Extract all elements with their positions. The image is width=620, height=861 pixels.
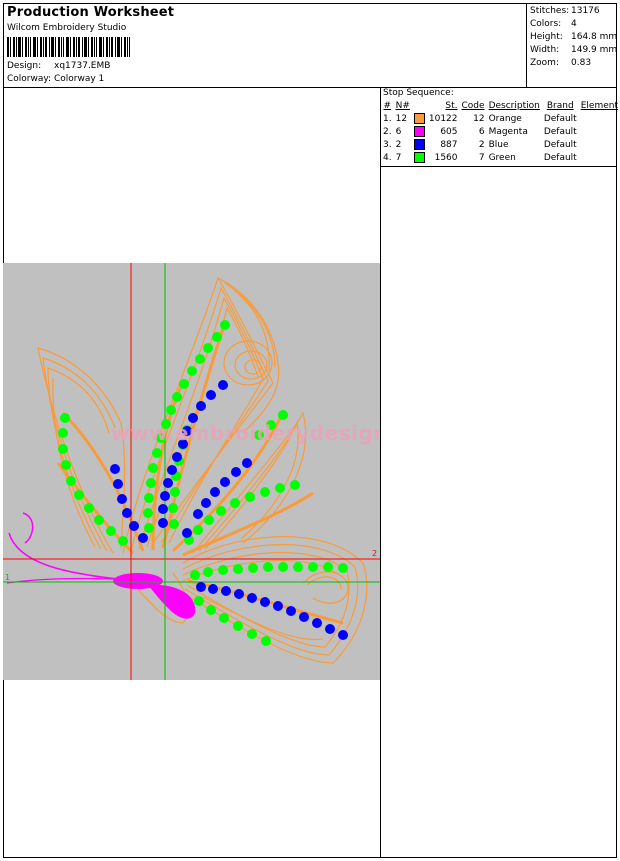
stop-code: 6	[478, 127, 485, 137]
colorway-value: Colorway 1	[54, 74, 105, 84]
stop-element	[579, 126, 620, 139]
stop-num: 3.	[383, 140, 392, 150]
col-header-code: Code	[461, 101, 485, 111]
col-header-num: #	[383, 101, 392, 111]
green-star-stitches	[58, 320, 348, 646]
stop-row: 2. 6 605 6 Magenta Default	[381, 126, 620, 139]
header-divider	[3, 87, 617, 88]
barcode	[7, 37, 130, 57]
col-header-element: Element	[580, 101, 618, 111]
col-header-swatch	[412, 100, 427, 113]
stop-stitches: 10122	[428, 114, 458, 124]
axis-label-1: 1	[5, 573, 11, 582]
stop-element	[579, 152, 620, 165]
colorway-row: Colorway: Colorway 1	[7, 74, 104, 84]
stop-code: 7	[478, 153, 485, 163]
col-header-description: Description	[488, 101, 540, 111]
stop-sequence-table: # N# St. Code Description Brand Element …	[381, 100, 620, 165]
stop-description: Green	[488, 153, 516, 163]
axis-label-2: 2	[372, 549, 378, 558]
design-label: Design:	[7, 61, 42, 71]
stop-brand: Default	[543, 140, 577, 150]
stop-row: 3. 2 887 2 Blue Default	[381, 139, 620, 152]
stop-num: 1.	[383, 114, 392, 124]
stats-panel: Stitches: 13176 Colors: 4 Height: 164.8 mm …	[530, 5, 617, 70]
embroidery-design	[3, 263, 380, 680]
color-swatch	[412, 126, 427, 139]
stop-table-divider	[380, 166, 617, 167]
design-row: Design: xq1737.EMB	[7, 61, 110, 71]
stop-needle: 6	[395, 127, 402, 137]
stat-label: Colors:	[530, 19, 562, 29]
stat-row-width: Width: 149.9 mm	[530, 44, 617, 57]
orange-wing-contours	[37, 276, 368, 664]
colorway-label: Colorway:	[7, 74, 52, 84]
design-canvas: www.embroiderydesigns.com 1 2	[3, 263, 380, 680]
swatch-box	[413, 113, 425, 124]
stop-description: Magenta	[488, 127, 528, 137]
col-header-brand: Brand	[546, 101, 574, 111]
stat-row-stitches: Stitches: 13176	[530, 5, 617, 18]
stat-value: 0.83	[571, 58, 592, 68]
sidebar-divider	[380, 87, 381, 858]
stop-needle: 7	[395, 153, 402, 163]
stop-brand: Default	[543, 153, 577, 163]
stat-label: Stitches:	[530, 6, 570, 16]
stat-label: Zoom:	[530, 58, 559, 68]
software-name: Wilcom Embroidery Studio	[7, 23, 127, 33]
stop-needle: 2	[395, 140, 402, 150]
stop-description: Orange	[488, 114, 522, 124]
stop-num: 4.	[383, 153, 392, 163]
stop-code: 2	[478, 140, 485, 150]
stat-row-height: Height: 164.8 mm	[530, 31, 617, 44]
stats-divider	[526, 3, 527, 88]
stat-value: 13176	[571, 6, 600, 16]
col-header-needle: N#	[395, 101, 410, 111]
stop-sequence-title: Stop Sequence:	[383, 88, 454, 98]
stop-brand: Default	[543, 114, 577, 124]
stop-needle: 12	[395, 114, 408, 124]
stop-row: 4. 7 1560 7 Green Default	[381, 152, 620, 165]
orange-ribs	[56, 322, 344, 625]
stop-num: 2.	[383, 127, 392, 137]
stop-description: Blue	[488, 140, 509, 150]
stat-label: Width:	[530, 45, 560, 55]
color-swatch	[412, 152, 427, 165]
stop-stitches: 605	[440, 127, 458, 137]
swatch-box	[413, 152, 425, 163]
stop-stitches: 1560	[434, 153, 458, 163]
stop-table-header: # N# St. Code Description Brand Element	[381, 100, 620, 113]
stat-row-zoom: Zoom: 0.83	[530, 57, 617, 70]
stat-value: 164.8 mm	[571, 32, 618, 42]
swatch-box	[413, 139, 425, 150]
stat-row-colors: Colors: 4	[530, 18, 617, 31]
color-swatch	[412, 139, 427, 152]
stat-value: 4	[571, 19, 577, 29]
stat-value: 149.9 mm	[571, 45, 618, 55]
stop-code: 12	[473, 114, 485, 124]
swatch-box	[413, 126, 425, 137]
stop-stitches: 887	[440, 140, 458, 150]
watermark: www.embroiderydesigns.com	[111, 421, 380, 445]
stop-element	[579, 113, 620, 126]
stat-label: Height:	[530, 32, 563, 42]
col-header-stitches: St.	[445, 101, 458, 111]
stop-element	[579, 139, 620, 152]
stop-row: 1. 12 10122 12 Orange Default	[381, 113, 620, 126]
color-swatch	[412, 113, 427, 126]
design-value: xq1737.EMB	[54, 61, 111, 71]
stop-brand: Default	[543, 127, 577, 137]
page-title: Production Worksheet	[7, 5, 175, 20]
